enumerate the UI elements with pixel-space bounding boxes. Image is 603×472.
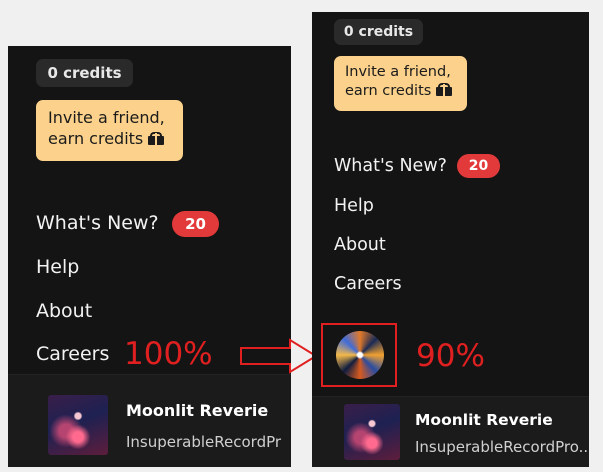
sidebar-panel-100: 0 credits Invite a friend, earn credits … xyxy=(8,46,291,467)
menu-item-help[interactable]: Help xyxy=(36,256,79,278)
album-art[interactable] xyxy=(344,404,400,460)
arrow-right-icon xyxy=(240,338,318,374)
whats-new-count-badge: 20 xyxy=(172,211,219,237)
artist-name[interactable]: InsuperableRecordPr xyxy=(126,433,281,451)
avatar-highlight-box xyxy=(321,323,397,387)
now-playing-bar[interactable]: Moonlit Reverie InsuperableRecordPro... xyxy=(312,396,589,467)
menu-item-careers[interactable]: Careers xyxy=(36,343,109,365)
song-title[interactable]: Moonlit Reverie xyxy=(126,401,268,420)
invite-friend-button[interactable]: Invite a friend, earn credits xyxy=(36,100,183,161)
invite-friend-button[interactable]: Invite a friend, earn credits xyxy=(334,56,467,111)
sidebar-panel-90: 0 credits Invite a friend, earn credits … xyxy=(312,12,589,467)
menu-item-about[interactable]: About xyxy=(36,300,92,322)
invite-line-1: Invite a friend, xyxy=(48,108,165,127)
invite-line-2: earn credits xyxy=(345,82,456,101)
menu-item-careers[interactable]: Careers xyxy=(334,274,402,294)
credits-badge[interactable]: 0 credits xyxy=(36,59,133,87)
avatar[interactable] xyxy=(336,331,384,379)
now-playing-bar[interactable]: Moonlit Reverie InsuperableRecordPr xyxy=(8,374,291,467)
menu-item-about[interactable]: About xyxy=(334,235,386,255)
song-title[interactable]: Moonlit Reverie xyxy=(415,411,553,429)
gift-icon xyxy=(148,131,165,145)
menu-item-whats-new[interactable]: What's New? xyxy=(334,156,447,176)
credits-badge[interactable]: 0 credits xyxy=(334,19,423,45)
zoom-label-90: 90% xyxy=(416,338,485,374)
invite-line-2: earn credits xyxy=(48,129,171,150)
invite-line-1: Invite a friend, xyxy=(345,64,451,80)
artist-name[interactable]: InsuperableRecordPro... xyxy=(415,438,589,456)
album-art[interactable] xyxy=(48,395,108,455)
whats-new-count-badge: 20 xyxy=(457,154,500,178)
menu-item-whats-new[interactable]: What's New? xyxy=(36,212,159,234)
menu-item-help[interactable]: Help xyxy=(334,196,374,216)
gift-icon xyxy=(435,82,452,96)
zoom-label-100: 100% xyxy=(124,336,213,372)
